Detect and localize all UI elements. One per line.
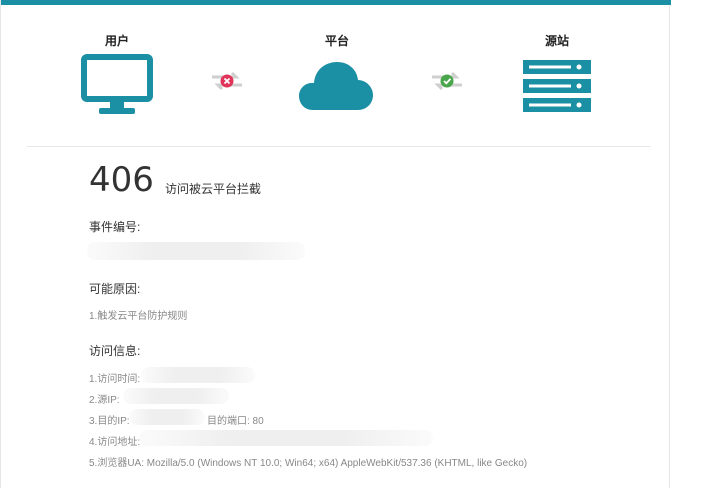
reason-title: 可能原因:	[89, 282, 141, 296]
ok-link-icon	[432, 71, 462, 91]
origin-label: 源站	[544, 34, 569, 48]
access-info-title: 访问信息:	[89, 344, 141, 358]
access-time-redacted	[141, 367, 255, 383]
dest-ip-label: 3.目的IP:	[89, 416, 130, 427]
top-accent-bar	[1, 0, 671, 5]
error-code: 406	[89, 160, 154, 200]
access-time-label: 1.访问时间:	[89, 374, 141, 385]
event-id-value-redacted	[87, 242, 305, 260]
dest-port: 目的端口: 80	[207, 416, 264, 427]
source-ip-label: 2.源IP:	[89, 395, 120, 406]
error-description: 访问被云平台拦截	[165, 182, 262, 196]
user-agent: 5.浏览器UA: Mozilla/5.0 (Windows NT 10.0; W…	[89, 458, 528, 469]
error-page: 用户 平台 源站 406 访问被云平台拦截 事件编号: 可能原因: 1.触发云平…	[0, 0, 671, 488]
access-url-label: 4.访问地址:	[89, 437, 141, 448]
reason-item: 1.触发云平台防护规则	[89, 311, 188, 322]
dest-ip-redacted	[129, 409, 205, 425]
user-label: 用户	[104, 34, 129, 48]
platform-label: 平台	[324, 34, 349, 48]
server-icon	[523, 60, 591, 112]
cloud-icon	[299, 62, 373, 110]
source-ip-redacted	[123, 388, 229, 404]
event-id-title: 事件编号:	[89, 220, 141, 234]
divider	[27, 146, 651, 147]
access-url-redacted	[139, 430, 433, 446]
monitor-icon	[81, 54, 153, 114]
blocked-link-icon	[212, 71, 242, 91]
